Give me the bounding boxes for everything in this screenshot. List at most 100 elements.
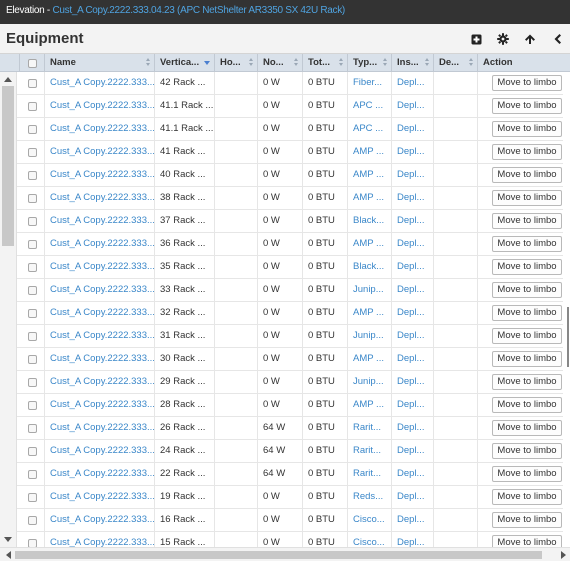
table-row[interactable]: Cust_A Copy.2222.333.... 28 Rack ... 0 W0 … [0,394,570,417]
equipment-name-link[interactable]: Cust_A Copy.2222.333.... [45,118,155,140]
table-row[interactable]: Cust_A Copy.2222.333.... 41 Rack ... 0 W0 … [0,141,570,164]
checkbox-box[interactable] [27,239,37,249]
equipment-name-link[interactable]: Cust_A Copy.2222.333.... [45,486,155,508]
select-all-checkbox[interactable] [20,54,45,72]
move-to-limbo-button[interactable]: Move to limbo [492,443,562,459]
row-checkbox[interactable] [20,210,45,232]
table-row[interactable]: Cust_A Copy.2222.333.... 32 Rack ... 0 W0 … [0,302,570,325]
install-state-link[interactable]: Depl... [392,141,434,163]
table-row[interactable]: Cust_A Copy.2222.333.... 22 Rack ... 64 W0… [0,463,570,486]
equipment-name-link[interactable]: Cust_A Copy.2222.333.... [45,509,155,531]
move-to-limbo-button[interactable]: Move to limbo [492,351,562,367]
move-to-limbo-button[interactable]: Move to limbo [492,167,562,183]
install-state-link[interactable]: Depl... [392,371,434,393]
equipment-name-link[interactable]: Cust_A Copy.2222.333.... [45,348,155,370]
row-checkbox[interactable] [20,279,45,301]
col-header-ho[interactable]: Ho... [215,54,258,72]
type-link[interactable]: Black... [348,210,392,232]
checkbox-box[interactable] [27,124,37,134]
col-header-de[interactable]: De... [434,54,478,72]
scroll-left-icon[interactable] [6,551,11,559]
table-row[interactable]: Cust_A Copy.2222.333.... 31 Rack ... 0 W0 … [0,325,570,348]
table-row[interactable]: Cust_A Copy.2222.333.... 19 Rack ... 0 W0 … [0,486,570,509]
col-header-ins[interactable]: Ins... [392,54,434,72]
move-to-limbo-button[interactable]: Move to limbo [492,489,562,505]
checkbox-box[interactable] [27,285,37,295]
row-checkbox[interactable] [20,302,45,324]
type-link[interactable]: AMP ... [348,187,392,209]
add-icon[interactable] [469,31,483,47]
rack-link[interactable]: Cust_A Copy.2222.333.04.23 (APC NetShelt… [52,5,345,16]
row-checkbox[interactable] [20,394,45,416]
checkbox-box[interactable] [27,331,37,341]
table-row[interactable]: Cust_A Copy.2222.333.... 26 Rack ... 64 W0… [0,417,570,440]
move-to-limbo-button[interactable]: Move to limbo [492,512,562,528]
type-link[interactable]: Reds... [348,486,392,508]
equipment-name-link[interactable]: Cust_A Copy.2222.333.... [45,141,155,163]
checkbox-box[interactable] [27,170,37,180]
move-to-limbo-button[interactable]: Move to limbo [492,121,562,137]
install-state-link[interactable]: Depl... [392,302,434,324]
row-checkbox[interactable] [20,72,45,94]
checkbox-box[interactable] [27,423,37,433]
type-link[interactable]: Fiber... [348,72,392,94]
install-state-link[interactable]: Depl... [392,279,434,301]
row-checkbox[interactable] [20,141,45,163]
scroll-right-icon[interactable] [561,551,566,559]
install-state-link[interactable]: Depl... [392,233,434,255]
move-to-limbo-button[interactable]: Move to limbo [492,213,562,229]
install-state-link[interactable]: Depl... [392,118,434,140]
scroll-up-icon[interactable] [4,77,12,82]
table-row[interactable]: Cust_A Copy.2222.333.... 41.1 Rack ... 0 W… [0,95,570,118]
move-to-limbo-button[interactable]: Move to limbo [492,98,562,114]
install-state-link[interactable]: Depl... [392,325,434,347]
checkbox-box[interactable] [27,400,37,410]
install-state-link[interactable]: Depl... [392,417,434,439]
install-state-link[interactable]: Depl... [392,348,434,370]
chevron-left-icon[interactable] [550,31,564,47]
install-state-link[interactable]: Depl... [392,164,434,186]
checkbox-box[interactable] [27,354,37,364]
type-link[interactable]: AMP ... [348,164,392,186]
resize-handle[interactable] [567,307,569,367]
row-checkbox[interactable] [20,348,45,370]
install-state-link[interactable]: Depl... [392,463,434,485]
type-link[interactable]: APC ... [348,95,392,117]
type-link[interactable]: Rarit... [348,440,392,462]
move-to-limbo-button[interactable]: Move to limbo [492,535,562,547]
table-row[interactable]: Cust_A Copy.2222.333.... 33 Rack ... 0 W0 … [0,279,570,302]
type-link[interactable]: Black... [348,256,392,278]
row-checkbox[interactable] [20,532,45,547]
row-checkbox[interactable] [20,164,45,186]
table-row[interactable]: Cust_A Copy.2222.333.... 15 Rack ... 0 W0 … [0,532,570,547]
install-state-link[interactable]: Depl... [392,95,434,117]
equipment-name-link[interactable]: Cust_A Copy.2222.333.... [45,233,155,255]
move-to-limbo-button[interactable]: Move to limbo [492,397,562,413]
table-row[interactable]: Cust_A Copy.2222.333.... 42 Rack ... 0 W0 … [0,72,570,95]
install-state-link[interactable]: Depl... [392,210,434,232]
checkbox-box[interactable] [27,101,37,111]
type-link[interactable]: AMP ... [348,348,392,370]
checkbox-box[interactable] [27,492,37,502]
install-state-link[interactable]: Depl... [392,394,434,416]
install-state-link[interactable]: Depl... [392,486,434,508]
row-checkbox[interactable] [20,417,45,439]
equipment-name-link[interactable]: Cust_A Copy.2222.333.... [45,532,155,547]
move-to-limbo-button[interactable]: Move to limbo [492,420,562,436]
type-link[interactable]: APC ... [348,118,392,140]
checkbox-box[interactable] [27,308,37,318]
row-checkbox[interactable] [20,325,45,347]
equipment-name-link[interactable]: Cust_A Copy.2222.333.... [45,72,155,94]
move-to-limbo-button[interactable]: Move to limbo [492,190,562,206]
move-to-limbo-button[interactable]: Move to limbo [492,466,562,482]
col-header-vertical[interactable]: Vertica... [155,54,215,72]
move-to-limbo-button[interactable]: Move to limbo [492,328,562,344]
table-row[interactable]: Cust_A Copy.2222.333.... 36 Rack ... 0 W0 … [0,233,570,256]
equipment-name-link[interactable]: Cust_A Copy.2222.333.... [45,302,155,324]
move-to-limbo-button[interactable]: Move to limbo [492,374,562,390]
checkbox-box[interactable] [27,469,37,479]
checkbox-box[interactable] [27,193,37,203]
type-link[interactable]: Rarit... [348,463,392,485]
scroll-down-icon[interactable] [4,537,12,542]
table-row[interactable]: Cust_A Copy.2222.333.... 24 Rack ... 64 W0… [0,440,570,463]
